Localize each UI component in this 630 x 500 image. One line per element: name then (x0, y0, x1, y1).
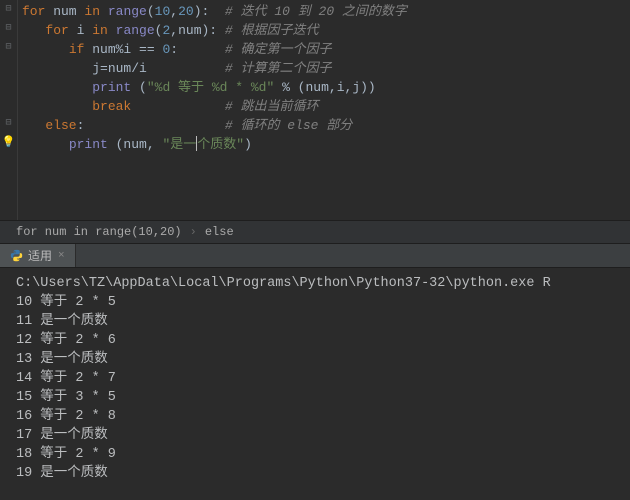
console-tab[interactable]: 适用 × (0, 244, 76, 267)
code-line[interactable]: print (num, "是一个质数") (22, 135, 626, 154)
code-line[interactable]: j=num/i # 计算第二个因子 (22, 59, 626, 78)
code-line[interactable]: for i in range(2,num): # 根据因子迭代 (22, 21, 626, 40)
code-line[interactable]: break # 跳出当前循环 (22, 97, 626, 116)
close-icon[interactable]: × (58, 250, 65, 262)
code-line[interactable]: else: # 循环的 else 部分 (22, 116, 626, 135)
fold-icon[interactable]: ⊟ (3, 42, 14, 53)
code-line[interactable]: print ("%d 等于 %d * %d" % (num,i,j)) (22, 78, 626, 97)
code-area[interactable]: for num in range(10,20): # 迭代 10 到 20 之间… (22, 2, 626, 154)
fold-icon[interactable]: ⊟ (3, 23, 14, 34)
editor-gutter: ⊟ ⊟ ⊟ ⊟ 💡 (0, 0, 18, 220)
console-output[interactable]: C:\Users\TZ\AppData\Local\Programs\Pytho… (0, 268, 630, 500)
intention-bulb-icon[interactable]: 💡 (1, 135, 16, 149)
console-tabbar: 适用 × (0, 244, 630, 268)
fold-icon[interactable]: ⊟ (3, 118, 14, 129)
fold-icon[interactable]: ⊟ (3, 4, 14, 15)
python-icon (10, 249, 23, 262)
code-editor[interactable]: ⊟ ⊟ ⊟ ⊟ 💡 for num in range(10,20): # 迭代 10 到… (0, 0, 630, 220)
breadcrumb-item[interactable]: for num in range(10,20) (16, 225, 182, 239)
console-tab-label: 适用 (28, 247, 52, 264)
chevron-right-icon: › (190, 225, 197, 239)
code-line[interactable]: if num%i == 0: # 确定第一个因子 (22, 40, 626, 59)
breadcrumb[interactable]: for num in range(10,20) › else (0, 220, 630, 244)
breadcrumb-item[interactable]: else (205, 225, 234, 239)
code-line[interactable]: for num in range(10,20): # 迭代 10 到 20 之间… (22, 2, 626, 21)
